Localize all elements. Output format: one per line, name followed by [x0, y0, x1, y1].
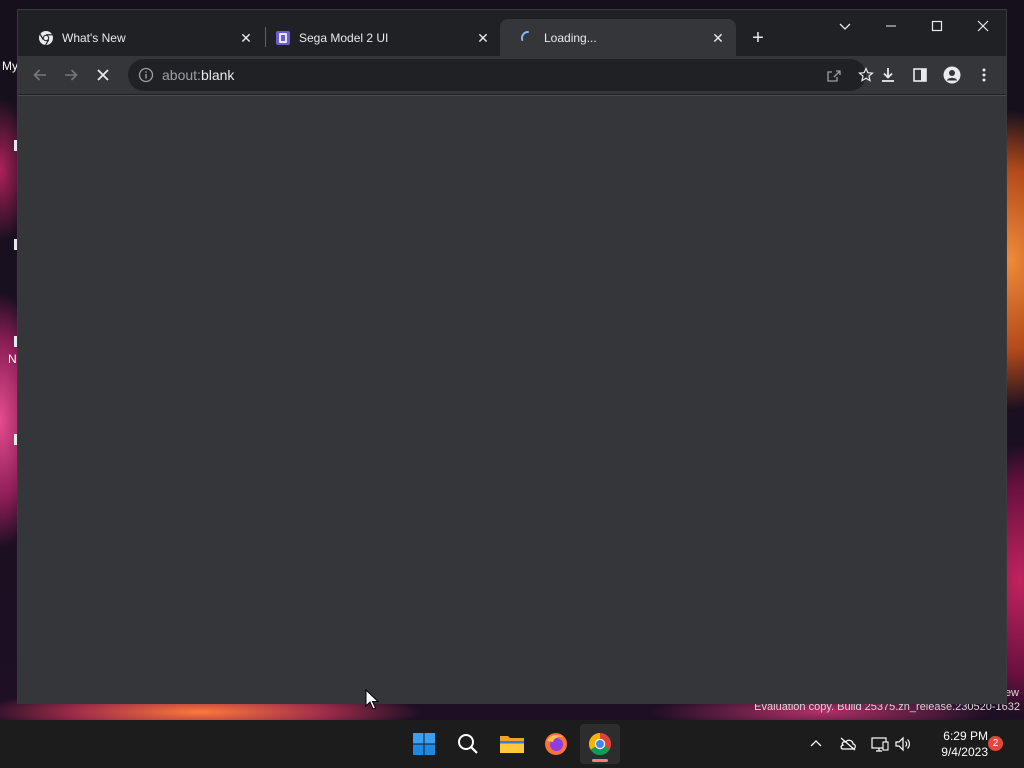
- stop-loading-button[interactable]: [87, 59, 119, 91]
- chevron-down-icon: [839, 23, 851, 30]
- url-host: blank: [200, 67, 235, 83]
- notification-badge[interactable]: 2: [988, 736, 1003, 751]
- tab-title: What's New: [62, 30, 126, 45]
- clock-date: 9/4/2023: [941, 745, 988, 759]
- tab-sega-model-2-ui[interactable]: Sega Model 2 UI ✕: [255, 19, 501, 56]
- folder-icon: [500, 736, 524, 753]
- close-tab-icon[interactable]: ✕: [475, 30, 491, 46]
- downloads-button[interactable]: [872, 59, 904, 91]
- close-icon: [977, 20, 989, 32]
- share-button[interactable]: [826, 67, 842, 88]
- sega-model2-icon: [275, 30, 291, 46]
- cloud-off-icon: [840, 737, 856, 751]
- share-icon: [827, 70, 841, 82]
- address-bar[interactable]: about:blank: [128, 59, 874, 91]
- arrow-right-icon: [65, 69, 78, 81]
- tab-title: Sega Model 2 UI: [299, 30, 389, 45]
- start-button[interactable]: [404, 724, 444, 764]
- tab-search-button[interactable]: [822, 10, 868, 42]
- arrow-left-icon: [33, 69, 46, 81]
- onedrive-status-button[interactable]: [838, 734, 858, 754]
- profile-button[interactable]: [936, 59, 968, 91]
- tab-title: Loading...: [544, 30, 597, 45]
- desktop-watermark-fragment: ew: [1004, 687, 1019, 699]
- tab-loading[interactable]: Loading... ✕: [500, 19, 736, 56]
- forward-button[interactable]: [55, 59, 87, 91]
- avatar-icon: [943, 66, 961, 84]
- tab-strip: What's New ✕ Sega Model 2 UI ✕ Loading..…: [18, 10, 1006, 56]
- browser-toolbar: about:blank: [18, 56, 1006, 94]
- taskbar: 6:29 PM 9/4/2023 2: [0, 720, 1024, 768]
- taskbar-search-button[interactable]: [448, 724, 488, 764]
- back-button[interactable]: [24, 59, 56, 91]
- network-button[interactable]: [870, 734, 890, 754]
- chrome-icon: [38, 30, 54, 46]
- chrome-icon: [589, 733, 611, 755]
- windows-start-icon: [413, 733, 435, 755]
- mouse-cursor-icon: [365, 688, 380, 716]
- firefox-button[interactable]: [536, 724, 576, 764]
- side-panel-icon: [913, 68, 927, 82]
- close-icon: [97, 69, 109, 81]
- desktop-icon-label[interactable]: N: [8, 352, 17, 366]
- browser-window: What's New ✕ Sega Model 2 UI ✕ Loading..…: [18, 10, 1006, 704]
- maximize-icon: [931, 20, 943, 32]
- file-explorer-button[interactable]: [492, 724, 532, 764]
- network-icon: [871, 737, 889, 752]
- side-panel-button[interactable]: [904, 59, 936, 91]
- info-icon[interactable]: [138, 67, 154, 83]
- tab-whats-new[interactable]: What's New ✕: [18, 19, 264, 56]
- active-app-indicator: [592, 759, 608, 762]
- url-text[interactable]: about:blank: [162, 67, 234, 83]
- chevron-up-icon: [810, 740, 822, 747]
- close-window-button[interactable]: [960, 10, 1006, 42]
- firefox-icon: [545, 733, 567, 755]
- minimize-button[interactable]: [868, 10, 914, 42]
- new-tab-button[interactable]: +: [746, 27, 770, 51]
- chrome-menu-button[interactable]: [968, 59, 1000, 91]
- close-tab-icon[interactable]: ✕: [238, 30, 254, 46]
- minimize-icon: [886, 25, 896, 27]
- more-vertical-icon: [982, 68, 986, 82]
- close-tab-icon[interactable]: ✕: [710, 30, 726, 46]
- show-hidden-icons-button[interactable]: [806, 734, 826, 754]
- clock-time: 6:29 PM: [943, 729, 988, 743]
- page-content[interactable]: [18, 95, 1006, 704]
- search-icon: [458, 734, 478, 754]
- chrome-taskbar-button[interactable]: [580, 724, 620, 764]
- desktop-icon-label[interactable]: My: [2, 59, 18, 73]
- volume-button[interactable]: [893, 734, 913, 754]
- system-clock[interactable]: 6:29 PM 9/4/2023: [922, 728, 988, 760]
- url-scheme: about:: [162, 67, 201, 83]
- speaker-icon: [895, 736, 910, 752]
- maximize-button[interactable]: [914, 10, 960, 42]
- download-icon: [882, 68, 894, 82]
- loading-spinner-icon: [520, 30, 536, 46]
